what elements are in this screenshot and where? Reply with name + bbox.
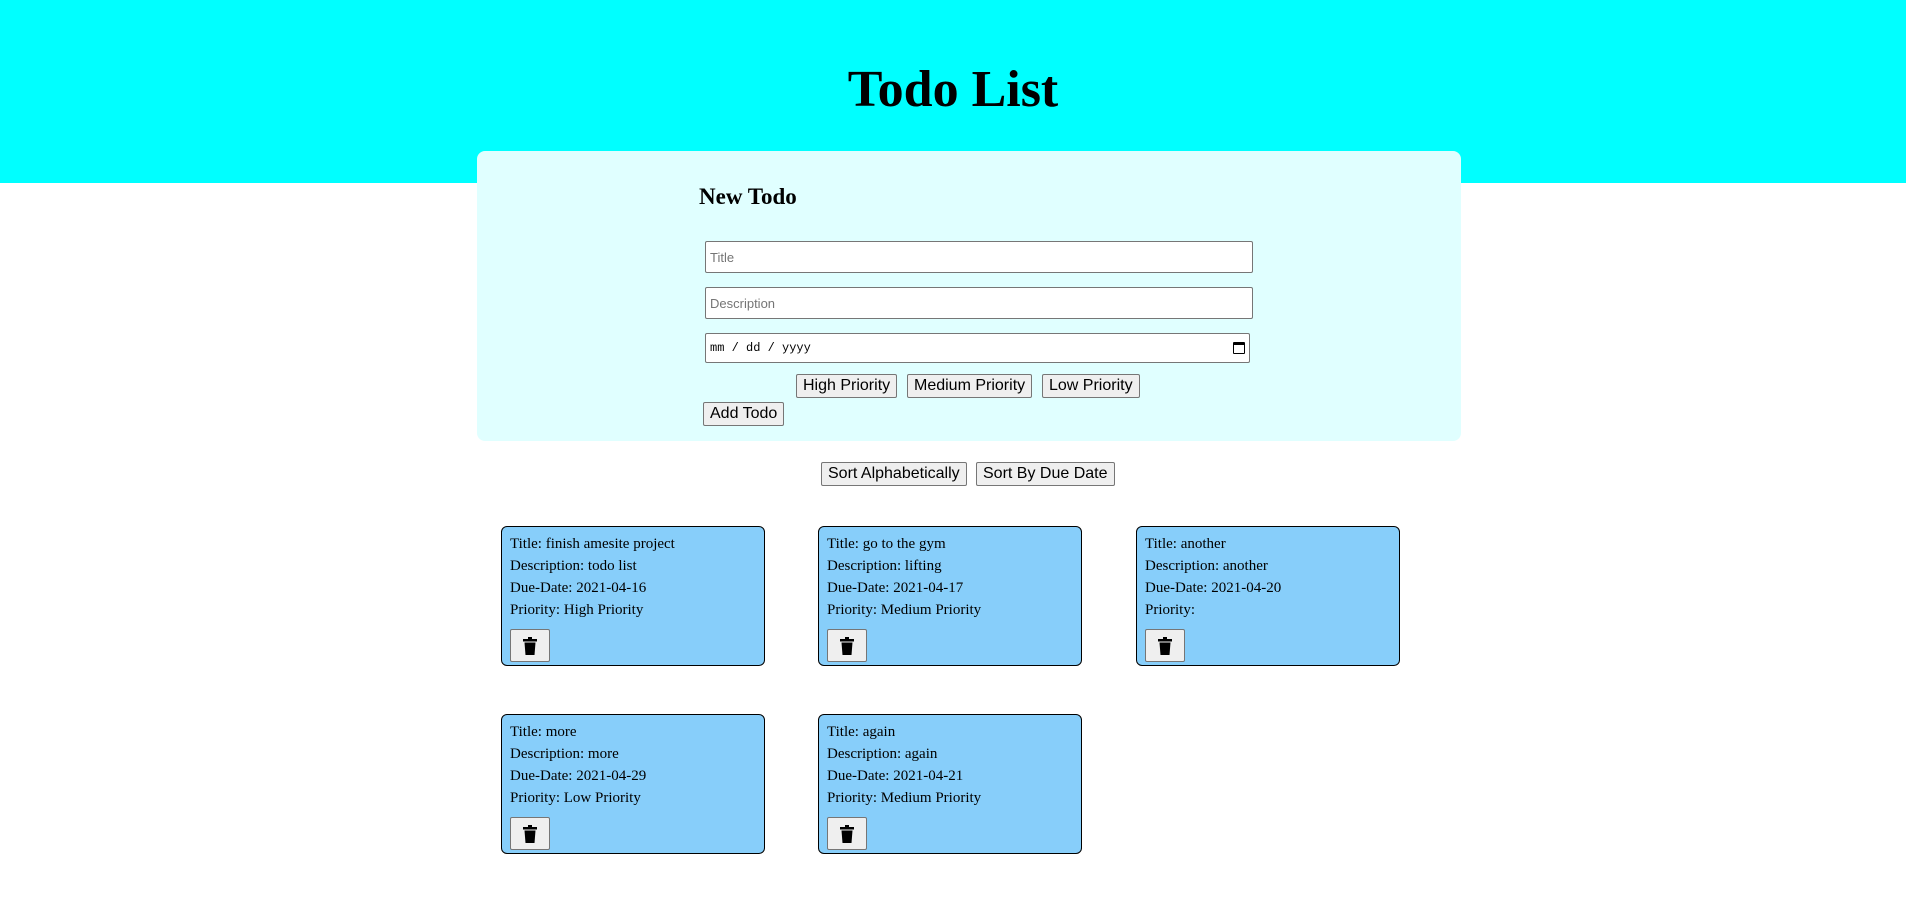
todo-card: Title: another Description: another Due-… bbox=[1136, 526, 1400, 666]
delete-todo-button[interactable] bbox=[827, 629, 867, 662]
todo-description: Description: todo list bbox=[510, 558, 637, 574]
form-heading: New Todo bbox=[699, 184, 797, 209]
calendar-icon[interactable] bbox=[1233, 342, 1245, 354]
todo-card: Title: more Description: more Due-Date: … bbox=[501, 714, 765, 854]
todo-description: Description: more bbox=[510, 746, 619, 762]
todo-priority: Priority: Low Priority bbox=[510, 790, 641, 806]
todo-description: Description: lifting bbox=[827, 558, 942, 574]
todo-title: Title: more bbox=[510, 724, 577, 740]
todo-priority: Priority: Medium Priority bbox=[827, 790, 982, 806]
new-todo-form: New Todo mm / dd / yyyy High Priority Me… bbox=[477, 151, 1461, 441]
trash-icon bbox=[523, 824, 537, 843]
delete-todo-button[interactable] bbox=[510, 817, 550, 850]
high-priority-button[interactable]: High Priority bbox=[796, 374, 898, 398]
todo-due-date: Due-Date: 2021-04-20 bbox=[1145, 580, 1282, 596]
todo-due-date: Due-Date: 2021-04-17 bbox=[827, 580, 964, 596]
todo-description: Description: another bbox=[1145, 558, 1268, 574]
todo-title: Title: another bbox=[1145, 536, 1226, 552]
todo-title: Title: again bbox=[827, 724, 896, 740]
sort-alphabetically-button[interactable]: Sort Alphabetically bbox=[821, 462, 967, 486]
delete-todo-button[interactable] bbox=[1145, 629, 1185, 662]
description-input[interactable] bbox=[705, 287, 1253, 319]
date-placeholder: mm / dd / yyyy bbox=[710, 341, 811, 355]
trash-icon bbox=[840, 636, 854, 655]
trash-icon bbox=[840, 824, 854, 843]
low-priority-button[interactable]: Low Priority bbox=[1042, 374, 1140, 398]
trash-icon bbox=[523, 636, 537, 655]
title-input[interactable] bbox=[705, 241, 1253, 273]
delete-todo-button[interactable] bbox=[827, 817, 867, 850]
medium-priority-button[interactable]: Medium Priority bbox=[907, 374, 1033, 398]
todo-priority: Priority: bbox=[1145, 602, 1196, 618]
todo-due-date: Due-Date: 2021-04-29 bbox=[510, 768, 647, 784]
todo-title: Title: finish amesite project bbox=[510, 536, 675, 552]
todo-card: Title: go to the gym Description: liftin… bbox=[818, 526, 1082, 666]
todo-card: Title: again Description: again Due-Date… bbox=[818, 714, 1082, 854]
todo-description: Description: again bbox=[827, 746, 938, 762]
todo-due-date: Due-Date: 2021-04-16 bbox=[510, 580, 647, 596]
todo-priority: Priority: High Priority bbox=[510, 602, 644, 618]
page-title: Todo List bbox=[847, 61, 1059, 118]
sort-by-due-date-button[interactable]: Sort By Due Date bbox=[976, 462, 1115, 486]
trash-icon bbox=[1158, 636, 1172, 655]
todo-priority: Priority: Medium Priority bbox=[827, 602, 982, 618]
delete-todo-button[interactable] bbox=[510, 629, 550, 662]
todo-card: Title: finish amesite project Descriptio… bbox=[501, 526, 765, 666]
due-date-input[interactable]: mm / dd / yyyy bbox=[705, 333, 1250, 363]
add-todo-button[interactable]: Add Todo bbox=[703, 402, 785, 426]
todo-title: Title: go to the gym bbox=[827, 536, 946, 552]
todo-due-date: Due-Date: 2021-04-21 bbox=[827, 768, 964, 784]
